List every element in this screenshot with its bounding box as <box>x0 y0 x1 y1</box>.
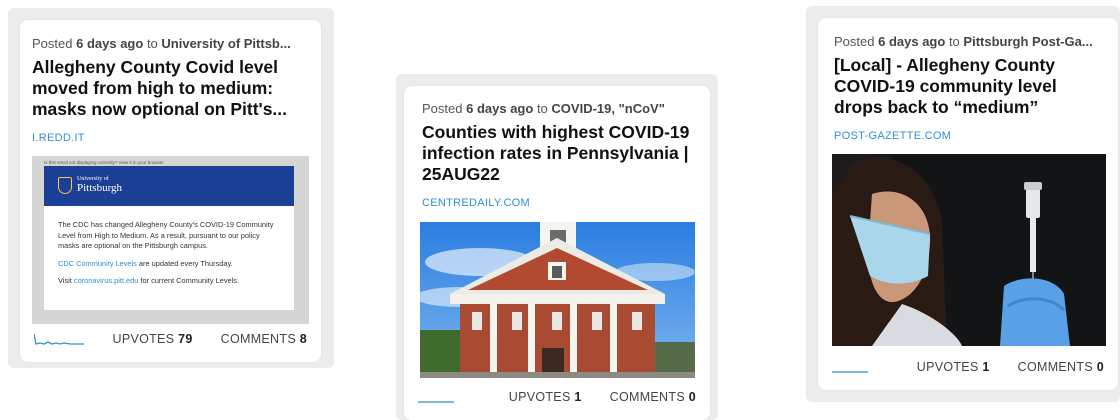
vote-sparkline <box>34 333 84 345</box>
post-title[interactable]: Counties with highest COVID-19 infection… <box>422 122 696 185</box>
vote-sparkline <box>832 371 868 373</box>
post-title[interactable]: [Local] - Allegheny County COVID-19 comm… <box>834 55 1106 118</box>
post-domain[interactable]: I.REDD.IT <box>32 132 309 144</box>
community-link[interactable]: Pittsburgh Post-Ga... <box>963 34 1092 49</box>
courthouse-photo <box>420 222 695 378</box>
community-link[interactable]: COVID-19, "nCoV" <box>551 101 664 116</box>
post-meta: Posted 6 days ago to COVID-19, "nCoV" <box>422 101 665 116</box>
comments-stat[interactable]: COMMENTS 0 <box>610 390 696 404</box>
post-footer: UPVOTES 79 COMMENTS 8 <box>34 328 307 350</box>
email-body: The CDC has changed Allegheny County's C… <box>44 206 294 310</box>
post-card-3[interactable]: Posted 6 days ago to Pittsburgh Post-Ga.… <box>818 18 1118 390</box>
post-thumbnail[interactable]: Is this email not displaying correctly? … <box>32 156 309 324</box>
post-meta: Posted 6 days ago to University of Pitts… <box>32 36 291 51</box>
upvotes-stat[interactable]: UPVOTES 1 <box>917 360 990 374</box>
comments-stat[interactable]: COMMENTS 0 <box>1018 360 1104 374</box>
post-meta: Posted 6 days ago to Pittsburgh Post-Ga.… <box>834 34 1093 49</box>
post-domain[interactable]: CENTREDAILY.COM <box>422 197 696 209</box>
post-card-1[interactable]: Posted 6 days ago to University of Pitts… <box>20 20 321 362</box>
upvotes-stat[interactable]: UPVOTES 1 <box>509 390 582 404</box>
cdc-levels-link[interactable]: CDC Community Levels <box>58 259 137 268</box>
post-domain[interactable]: POST-GAZETTE.COM <box>834 130 1106 142</box>
pitt-banner: University of Pittsburgh <box>44 166 294 206</box>
post-footer: UPVOTES 1 COMMENTS 0 <box>418 386 696 408</box>
post-card-2[interactable]: Posted 6 days ago to COVID-19, "nCoV" Co… <box>404 86 710 420</box>
coronavirus-pitt-link[interactable]: coronavirus.pitt.edu <box>74 276 139 285</box>
post-thumbnail[interactable] <box>420 222 695 378</box>
vaccine-photo <box>832 154 1106 346</box>
vote-sparkline <box>418 401 454 403</box>
post-thumbnail[interactable] <box>832 154 1106 346</box>
post-age: 6 days ago <box>466 101 534 116</box>
upvotes-stat[interactable]: UPVOTES 79 <box>113 332 193 346</box>
pitt-seal-icon <box>58 177 72 194</box>
email-preheader: Is this email not displaying correctly? … <box>44 160 164 165</box>
pitt-logo-big: Pittsburgh <box>77 182 123 194</box>
post-footer: UPVOTES 1 COMMENTS 0 <box>832 356 1104 378</box>
community-link[interactable]: University of Pittsb... <box>161 36 290 51</box>
comments-stat[interactable]: COMMENTS 8 <box>221 332 307 346</box>
post-age: 6 days ago <box>878 34 946 49</box>
post-age: 6 days ago <box>76 36 144 51</box>
post-title[interactable]: Allegheny County Covid level moved from … <box>32 57 309 120</box>
